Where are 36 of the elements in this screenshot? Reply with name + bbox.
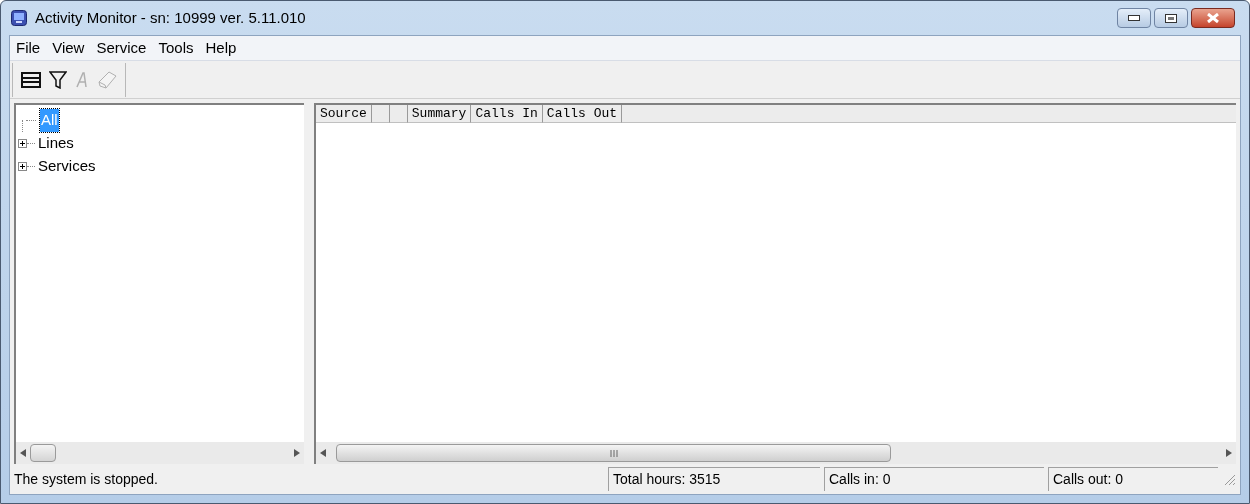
scroll-left-icon[interactable] [320, 449, 326, 457]
expand-icon[interactable] [18, 139, 27, 148]
scroll-right-icon[interactable] [1226, 449, 1232, 457]
maximize-icon [1165, 13, 1177, 23]
status-pane: Calls out: 0 [1048, 467, 1218, 491]
menu-item[interactable]: Service [90, 36, 153, 60]
menu-item[interactable]: Help [199, 36, 243, 60]
horizontal-scrollbar[interactable] [316, 442, 1236, 464]
tree-item[interactable]: Lines [37, 132, 75, 155]
window-title: Activity Monitor - sn: 10999 ver. 5.11.010 [35, 7, 306, 28]
column-header[interactable]: Calls In [471, 105, 543, 123]
app-icon [11, 10, 27, 26]
column-header[interactable]: Calls Out [542, 105, 623, 123]
menu-item[interactable]: View [46, 36, 91, 60]
expand-icon[interactable] [18, 162, 27, 171]
scroll-left-icon[interactable] [20, 449, 26, 457]
column-header[interactable]: Source [316, 105, 372, 123]
close-icon [1206, 13, 1220, 23]
column-header[interactable]: Summary [407, 105, 472, 123]
maximize-button[interactable] [1154, 8, 1188, 28]
menu-item[interactable]: File [10, 36, 47, 60]
status-pane: Total hours: 3515 [608, 467, 820, 491]
scroll-right-icon[interactable] [294, 449, 300, 457]
minimize-button[interactable] [1117, 8, 1151, 28]
tree-item[interactable]: Services [37, 155, 97, 178]
status-pane: Calls in: 0 [824, 467, 1044, 491]
horizontal-scrollbar[interactable] [16, 442, 304, 464]
status-message: The system is stopped. [14, 469, 159, 489]
menu-item[interactable]: Tools [152, 36, 200, 60]
resize-grip-icon[interactable] [1222, 472, 1236, 486]
list-icon[interactable] [21, 71, 41, 88]
filter-icon[interactable] [49, 70, 67, 89]
scrollbar-thumb[interactable] [30, 444, 56, 462]
close-button[interactable] [1191, 8, 1235, 28]
minimize-icon [1128, 15, 1140, 21]
scrollbar-thumb[interactable] [336, 444, 891, 462]
